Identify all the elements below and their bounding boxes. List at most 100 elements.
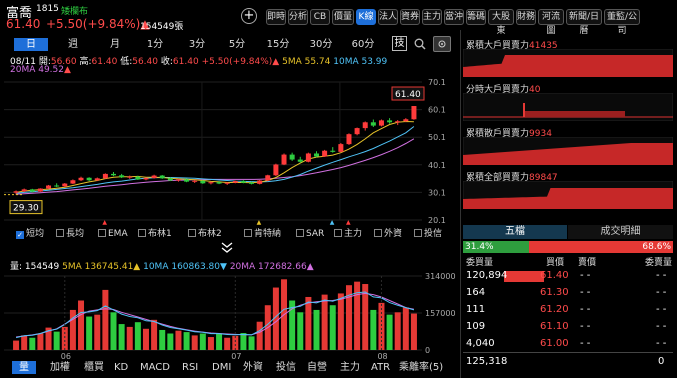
indicator-label: 外資 — [384, 229, 403, 239]
candle-body — [86, 177, 92, 181]
orderbook-row-0[interactable]: 120,894 61.40 - - - - — [466, 268, 672, 284]
volume-bar — [13, 340, 20, 350]
candle-body — [143, 178, 149, 180]
indicator-toggle-3[interactable]: 布林1 — [138, 229, 172, 240]
candle-body — [322, 150, 328, 157]
indicator-toggle-1[interactable]: 長均 — [56, 229, 84, 240]
event-marker-icon: ▲ — [102, 219, 107, 226]
search-icon[interactable] — [414, 38, 426, 50]
orderbook-ask-qty: - - — [656, 270, 667, 281]
bottom-tab-5[interactable]: RSI — [182, 361, 198, 374]
timeframe-1[interactable]: 週 — [58, 38, 88, 51]
candle-body — [62, 183, 68, 187]
bottom-tab-8[interactable]: 投信 — [276, 361, 296, 374]
nav-tab-0[interactable]: 即時 — [266, 9, 286, 25]
stock-volume: 154549張 — [140, 22, 184, 32]
orderbook-header: 委買量 買價 賣價 委賣量 — [466, 255, 672, 268]
bid-qty-bar — [504, 271, 544, 282]
timeframe-3[interactable]: 1分 — [140, 38, 170, 51]
candle-body — [119, 175, 125, 178]
nav-tab-12[interactable]: 河流圖 — [538, 9, 564, 36]
nav-tab-7[interactable]: 主力 — [422, 9, 442, 25]
bottom-tab-0[interactable]: 量 — [12, 361, 36, 374]
nav-tab-2[interactable]: CB — [310, 9, 330, 25]
price-chart[interactable]: 70.1 60.1 50.1 40.1 30.1 20.1 61.40 29.30 ▲ ▲ ▲ ▲ — [4, 76, 459, 226]
event-marker-icon: ▲ — [257, 219, 262, 226]
timeframe-5[interactable]: 5分 — [222, 38, 252, 51]
indicator-label: 肯特納 — [254, 229, 282, 239]
bottom-tab-4[interactable]: MACD — [140, 361, 170, 374]
nav-tab-6[interactable]: 資券 — [400, 9, 420, 25]
side-panel-chart-3 — [463, 181, 673, 209]
orderbook-row-1[interactable]: 164 61.30 - - - - — [466, 285, 672, 301]
ohlc-ma10: 10MA 53.99 — [333, 57, 388, 67]
orderbook-bid: 61.40 — [540, 270, 569, 281]
nav-tab-8[interactable]: 當沖 — [444, 9, 464, 25]
candle-body — [13, 191, 19, 193]
bottom-tab-7[interactable]: 外資 — [243, 361, 263, 374]
nav-tab-13[interactable]: 新聞/日曆 — [566, 9, 602, 36]
bottom-tab-3[interactable]: KD — [114, 361, 128, 374]
volume-bar — [167, 333, 174, 350]
indicator-toggle-9[interactable]: 投信 — [414, 229, 442, 240]
header-ask-qty: 委賣量 — [644, 258, 672, 268]
nav-tab-5[interactable]: 法人 — [378, 9, 398, 25]
bottom-tab-11[interactable]: ATR — [371, 361, 390, 374]
tech-button[interactable]: 技 — [392, 36, 407, 51]
timeframe-7[interactable]: 30分 — [304, 38, 338, 51]
timeframe-0[interactable]: 日 — [14, 38, 48, 51]
volume-bar — [297, 312, 304, 350]
bottom-tab-10[interactable]: 主力 — [340, 361, 360, 374]
indicator-toggle-5[interactable]: 肯特納 — [244, 229, 281, 240]
ohlc-low: 56.40 — [132, 57, 158, 67]
timeframe-8[interactable]: 60分 — [346, 38, 380, 51]
indicator-toggle-2[interactable]: EMA — [98, 229, 128, 240]
nav-tab-9[interactable]: 籌碼 — [466, 9, 486, 25]
volume-bar — [410, 313, 417, 350]
nav-tab-14[interactable]: 董監/公司 — [604, 9, 640, 36]
orderbook-tab-5level[interactable]: 五檔 — [463, 225, 567, 239]
checkbox-icon: ✓ — [16, 231, 24, 239]
orderbook-tab-trades[interactable]: 成交明細 — [568, 225, 673, 239]
timeframe-6[interactable]: 15分 — [262, 38, 294, 51]
settings-badge[interactable] — [433, 36, 451, 52]
bottom-tab-12[interactable]: 乘離率(5) — [399, 361, 443, 374]
right-divider — [460, 30, 461, 378]
orderbook-bid-qty: 4,040 — [466, 338, 495, 349]
volume-bar — [183, 332, 190, 350]
candle-body — [305, 153, 311, 162]
indicator-toggle-6[interactable]: SAR — [296, 229, 324, 240]
volume-chart[interactable]: 314000 157000 0 06 07 08 — [4, 270, 459, 362]
add-button[interactable]: + — [241, 8, 257, 24]
volume-bar — [386, 314, 393, 350]
expand-chevron-icon[interactable] — [220, 242, 234, 254]
indicator-toggle-0[interactable]: ✓ 短均 — [16, 229, 44, 240]
nav-tab-11[interactable]: 財務 — [516, 9, 536, 25]
orderbook-row-3[interactable]: 109 61.10 - - - - — [466, 319, 672, 335]
bottom-tab-9[interactable]: 自營 — [307, 361, 327, 374]
orderbook-bid: 61.30 — [540, 287, 569, 298]
total-ask-qty: 0 — [658, 356, 665, 367]
bottom-tab-6[interactable]: DMI — [212, 361, 231, 374]
x-axis-label: 06 — [61, 352, 71, 361]
indicator-label: 主力 — [344, 229, 363, 239]
orderbook-ask-qty: - - — [656, 338, 667, 349]
nav-tab-1[interactable]: 分析 — [288, 9, 308, 25]
nav-tab-4[interactable]: K線 — [356, 9, 376, 25]
bottom-tab-2[interactable]: 櫃買 — [84, 361, 104, 374]
indicator-toggle-8[interactable]: 外資 — [374, 229, 402, 240]
candle-body — [37, 188, 43, 192]
orderbook-total-divider — [463, 352, 673, 353]
orderbook-row-4[interactable]: 4,040 61.00 - - - - — [466, 336, 672, 352]
timeframe-2[interactable]: 月 — [100, 38, 130, 51]
nav-tab-10[interactable]: 大股東 — [488, 9, 514, 36]
orderbook-row-2[interactable]: 111 61.20 - - - - — [466, 302, 672, 318]
indicator-toggle-4[interactable]: 布林2 — [188, 229, 222, 240]
timeframe-4[interactable]: 3分 — [182, 38, 212, 51]
indicator-toggle-7[interactable]: 主力 — [334, 229, 362, 240]
candle-body — [257, 180, 263, 184]
candle-body — [29, 189, 35, 192]
buy-sell-ratio-bar: 31.4% 68.6% — [463, 241, 673, 253]
nav-tab-3[interactable]: 價量 — [332, 9, 354, 25]
bottom-tab-1[interactable]: 加權 — [50, 361, 70, 374]
